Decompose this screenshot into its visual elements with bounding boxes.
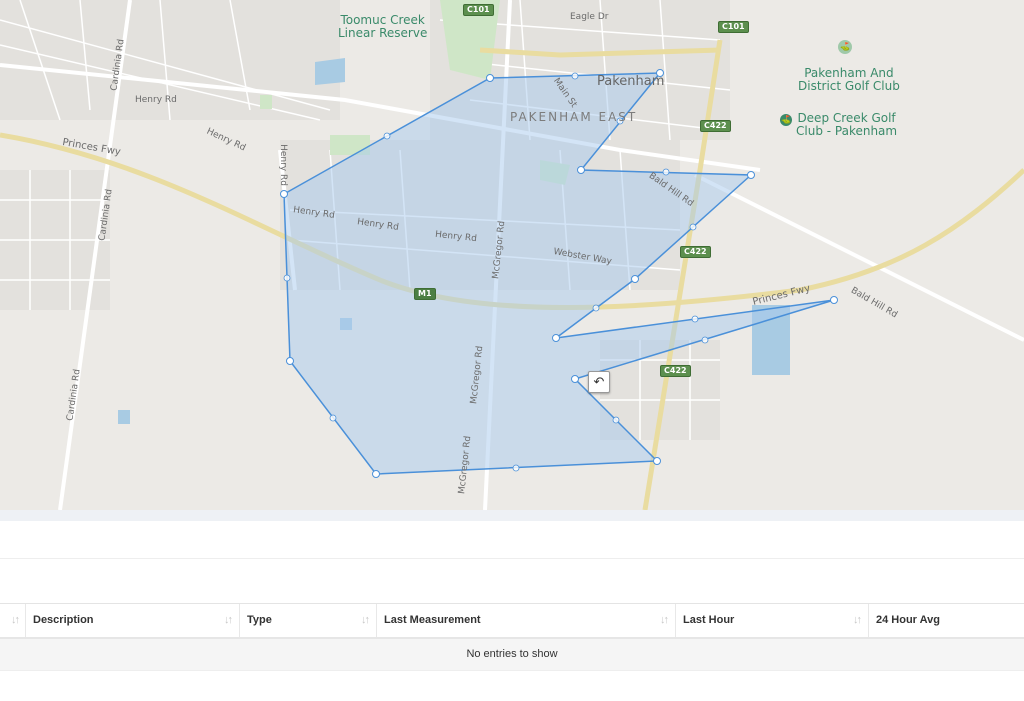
column-header-description[interactable]: Description ↓↑	[26, 604, 240, 637]
undo-icon: ↶	[593, 374, 605, 389]
pakenham-golf-club-label: Pakenham And District Golf Club	[798, 66, 900, 93]
golf-pin-icon: ⛳	[780, 114, 792, 126]
m1-shield: M1	[414, 288, 436, 300]
henry-rd-label-1: Henry Rd	[135, 95, 177, 105]
table-empty-message: No entries to show	[0, 639, 1024, 671]
sort-icon: ↓↑	[853, 614, 862, 626]
deep-creek-golf-label: Deep Creek Golf Club - Pakenham	[796, 111, 898, 138]
golf-marker-icon: ⛳	[838, 40, 852, 54]
column-header-last-hour[interactable]: Last Hour ↓↑	[676, 604, 869, 637]
eagle-dr-label: Eagle Dr	[570, 12, 609, 22]
boundary-polygon[interactable]	[283, 72, 835, 475]
sort-icon: ↓↑	[361, 614, 370, 626]
undo-vertex-button[interactable]: ↶	[588, 371, 610, 393]
sort-icon: ↓↑	[224, 614, 233, 626]
map-footer-band	[0, 510, 1024, 521]
c422-shield-1: C422	[700, 120, 731, 132]
data-table: ↓↑ Description ↓↑ Type ↓↑ Last Measureme…	[0, 603, 1024, 671]
column-header-type[interactable]: Type ↓↑	[240, 604, 377, 637]
column-header-24-hour-avg[interactable]: 24 Hour Avg	[869, 604, 1024, 637]
sort-icon: ↓↑	[660, 614, 669, 626]
pakenham-label: Pakenham	[597, 74, 665, 89]
table-header: ↓↑ Description ↓↑ Type ↓↑ Last Measureme…	[0, 603, 1024, 639]
henry-rd-label-3: Henry Rd	[277, 144, 288, 186]
section-divider	[0, 558, 1024, 559]
pakenham-east-label: PAKENHAM EAST	[510, 110, 638, 124]
c422-shield-3: C422	[660, 365, 691, 377]
c101-shield-2: C101	[718, 21, 749, 33]
column-header-last-measurement[interactable]: Last Measurement ↓↑	[377, 604, 676, 637]
toomuc-creek-label: Toomuc Creek Linear Reserve	[338, 13, 428, 40]
column-header-select[interactable]: ↓↑	[0, 604, 26, 637]
sort-icon: ↓↑	[11, 614, 20, 626]
map-view[interactable]: Toomuc Creek Linear Reserve Pakenham And…	[0, 0, 1024, 510]
c101-shield-1: C101	[463, 4, 494, 16]
c422-shield-2: C422	[680, 246, 711, 258]
